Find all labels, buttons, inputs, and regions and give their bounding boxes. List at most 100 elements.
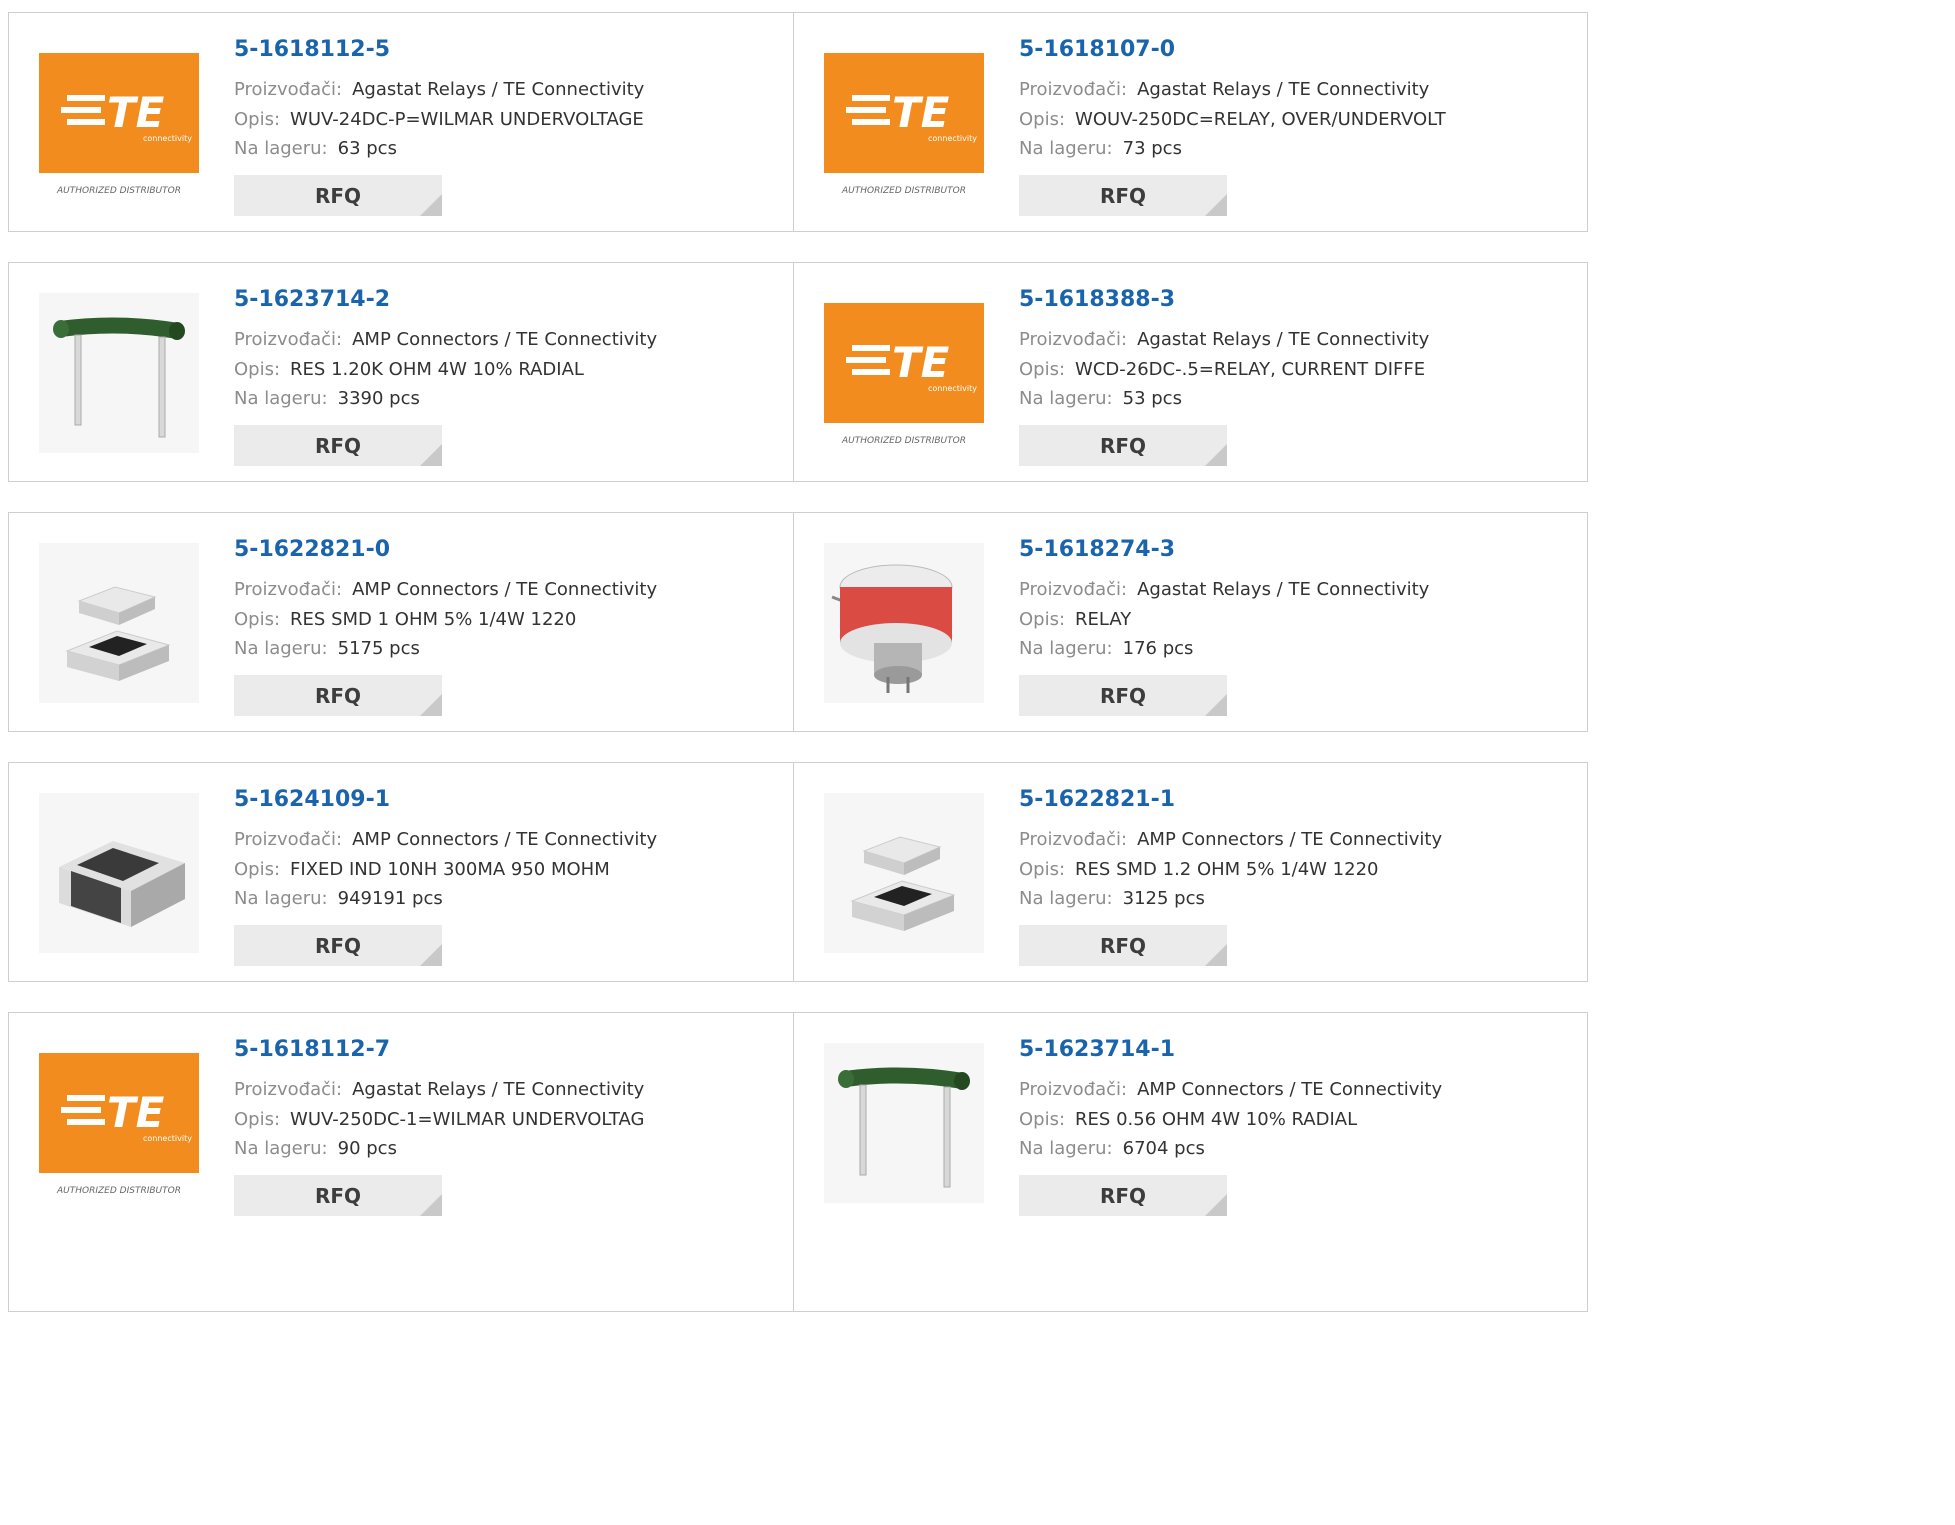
product-card: 5-1622821-1 Proizvođači: AMP Connectors / …	[793, 763, 1578, 981]
rfq-button[interactable]: RFQ	[1019, 425, 1227, 466]
description-line: Opis: RELAY	[1019, 609, 1131, 630]
stock-value: 73 pcs	[1122, 138, 1182, 159]
description-value: WCD-26DC-.5=RELAY, CURRENT DIFFE	[1075, 359, 1426, 380]
corner-triangle-icon	[420, 694, 442, 716]
manufacturer-label: Proizvođači:	[234, 1079, 343, 1100]
manufacturer-label: Proizvođači:	[234, 829, 343, 850]
part-number-link[interactable]: 5-1618112-5	[234, 37, 390, 62]
product-image[interactable]: TE connectivity AUTHORIZED DISTRIBUTOR	[824, 43, 984, 203]
stock-line: Na lageru: 6704 pcs	[1019, 1138, 1205, 1159]
svg-text:AUTHORIZED DISTRIBUTOR: AUTHORIZED DISTRIBUTOR	[841, 186, 966, 196]
rfq-button[interactable]: RFQ	[1019, 1175, 1227, 1216]
rfq-label: RFQ	[1099, 1184, 1147, 1208]
part-number-link[interactable]: 5-1618388-3	[1019, 287, 1175, 312]
stock-line: Na lageru: 73 pcs	[1019, 138, 1182, 159]
stock-label: Na lageru:	[1019, 638, 1113, 659]
part-number-link[interactable]: 5-1622821-0	[234, 537, 390, 562]
rfq-label: RFQ	[314, 434, 362, 458]
product-image[interactable]: TE connectivity AUTHORIZED DISTRIBUTOR	[39, 43, 199, 203]
stock-label: Na lageru:	[234, 388, 328, 409]
product-image[interactable]: TE connectivity AUTHORIZED DISTRIBUTOR	[39, 1043, 199, 1203]
part-number-link[interactable]: 5-1623714-1	[1019, 1037, 1175, 1062]
rfq-button[interactable]: RFQ	[234, 925, 442, 966]
product-grid: TE connectivity AUTHORIZED DISTRIBUTOR 5-16…	[0, 0, 1955, 1525]
manufacturer-value: AMP Connectors / TE Connectivity	[352, 329, 658, 350]
corner-triangle-icon	[420, 944, 442, 966]
manufacturer-line: Proizvođači: Agastat Relays / TE Connecti…	[234, 79, 644, 100]
part-number-link[interactable]: 5-1618274-3	[1019, 537, 1175, 562]
manufacturer-value: AMP Connectors / TE Connectivity	[352, 829, 658, 850]
svg-text:AUTHORIZED DISTRIBUTOR: AUTHORIZED DISTRIBUTOR	[841, 436, 966, 446]
stock-value: 5175 pcs	[337, 638, 420, 659]
description-label: Opis:	[1019, 359, 1066, 380]
rfq-button[interactable]: RFQ	[234, 175, 442, 216]
description-line: Opis: RES 1.20K OHM 4W 10% RADIAL	[234, 359, 584, 380]
manufacturer-value: AMP Connectors / TE Connectivity	[1137, 829, 1443, 850]
rfq-button[interactable]: RFQ	[234, 1175, 442, 1216]
description-value: RES 1.20K OHM 4W 10% RADIAL	[290, 359, 584, 380]
description-value: RES 0.56 OHM 4W 10% RADIAL	[1075, 1109, 1358, 1130]
product-card: TE connectivity AUTHORIZED DISTRIBUTOR 5-16…	[9, 1013, 793, 1311]
rfq-label: RFQ	[314, 1184, 362, 1208]
stock-line: Na lageru: 3390 pcs	[234, 388, 420, 409]
manufacturer-label: Proizvođači:	[1019, 579, 1128, 600]
stock-line: Na lageru: 90 pcs	[234, 1138, 397, 1159]
svg-text:TE: TE	[892, 88, 950, 137]
product-image[interactable]	[824, 1043, 984, 1203]
svg-text:connectivity: connectivity	[928, 384, 977, 393]
product-image[interactable]	[39, 793, 199, 953]
stock-value: 176 pcs	[1122, 638, 1194, 659]
description-label: Opis:	[1019, 1109, 1066, 1130]
svg-text:connectivity: connectivity	[143, 1134, 192, 1143]
description-line: Opis: WUV-250DC-1=WILMAR UNDERVOLTAG	[234, 1109, 644, 1130]
rfq-button[interactable]: RFQ	[1019, 925, 1227, 966]
part-number-link[interactable]: 5-1623714-2	[234, 287, 390, 312]
product-card: 5-1623714-1 Proizvođači: AMP Connectors / …	[793, 1013, 1578, 1311]
rfq-button[interactable]: RFQ	[1019, 175, 1227, 216]
part-number-link[interactable]: 5-1622821-1	[1019, 787, 1175, 812]
product-card: 5-1618274-3 Proizvođači: Agastat Relays / …	[793, 513, 1578, 731]
description-label: Opis:	[1019, 609, 1066, 630]
manufacturer-value: AMP Connectors / TE Connectivity	[1137, 1079, 1443, 1100]
corner-triangle-icon	[420, 444, 442, 466]
rfq-button[interactable]: RFQ	[1019, 675, 1227, 716]
stock-line: Na lageru: 949191 pcs	[234, 888, 443, 909]
rfq-label: RFQ	[1099, 434, 1147, 458]
description-value: WOUV-250DC=RELAY, OVER/UNDERVOLT	[1075, 109, 1446, 130]
manufacturer-label: Proizvođači:	[234, 329, 343, 350]
corner-triangle-icon	[1205, 444, 1227, 466]
manufacturer-line: Proizvođači: Agastat Relays / TE Connecti…	[234, 1079, 644, 1100]
description-line: Opis: RES 0.56 OHM 4W 10% RADIAL	[1019, 1109, 1357, 1130]
product-image[interactable]	[824, 543, 984, 703]
part-number-link[interactable]: 5-1618112-7	[234, 1037, 390, 1062]
manufacturer-line: Proizvođači: AMP Connectors / TE Connecti…	[234, 579, 657, 600]
description-value: RES SMD 1 OHM 5% 1/4W 1220	[290, 609, 577, 630]
svg-text:AUTHORIZED DISTRIBUTOR: AUTHORIZED DISTRIBUTOR	[56, 186, 181, 196]
product-image[interactable]	[39, 293, 199, 453]
part-number-link[interactable]: 5-1624109-1	[234, 787, 390, 812]
manufacturer-label: Proizvođači:	[1019, 329, 1128, 350]
rfq-button[interactable]: RFQ	[234, 425, 442, 466]
product-image[interactable]	[39, 543, 199, 703]
manufacturer-label: Proizvođači:	[234, 579, 343, 600]
product-image[interactable]: TE connectivity AUTHORIZED DISTRIBUTOR	[824, 293, 984, 453]
stock-value: 3125 pcs	[1122, 888, 1205, 909]
description-value: WUV-250DC-1=WILMAR UNDERVOLTAG	[290, 1109, 645, 1130]
part-number-link[interactable]: 5-1618107-0	[1019, 37, 1175, 62]
manufacturer-line: Proizvođači: AMP Connectors / TE Connecti…	[234, 829, 657, 850]
manufacturer-line: Proizvođači: AMP Connectors / TE Connecti…	[234, 329, 657, 350]
rfq-button[interactable]: RFQ	[234, 675, 442, 716]
rfq-label: RFQ	[314, 184, 362, 208]
stock-line: Na lageru: 176 pcs	[1019, 638, 1193, 659]
description-label: Opis:	[234, 109, 281, 130]
product-image[interactable]	[824, 793, 984, 953]
svg-text:TE: TE	[107, 88, 165, 137]
rfq-label: RFQ	[314, 684, 362, 708]
stock-value: 63 pcs	[337, 138, 397, 159]
description-value: RELAY	[1075, 609, 1132, 630]
description-label: Opis:	[234, 609, 281, 630]
manufacturer-label: Proizvođači:	[234, 79, 343, 100]
product-row: 5-1623714-2 Proizvođači: AMP Connectors / …	[8, 262, 1588, 482]
description-label: Opis:	[1019, 109, 1066, 130]
corner-triangle-icon	[420, 1194, 442, 1216]
